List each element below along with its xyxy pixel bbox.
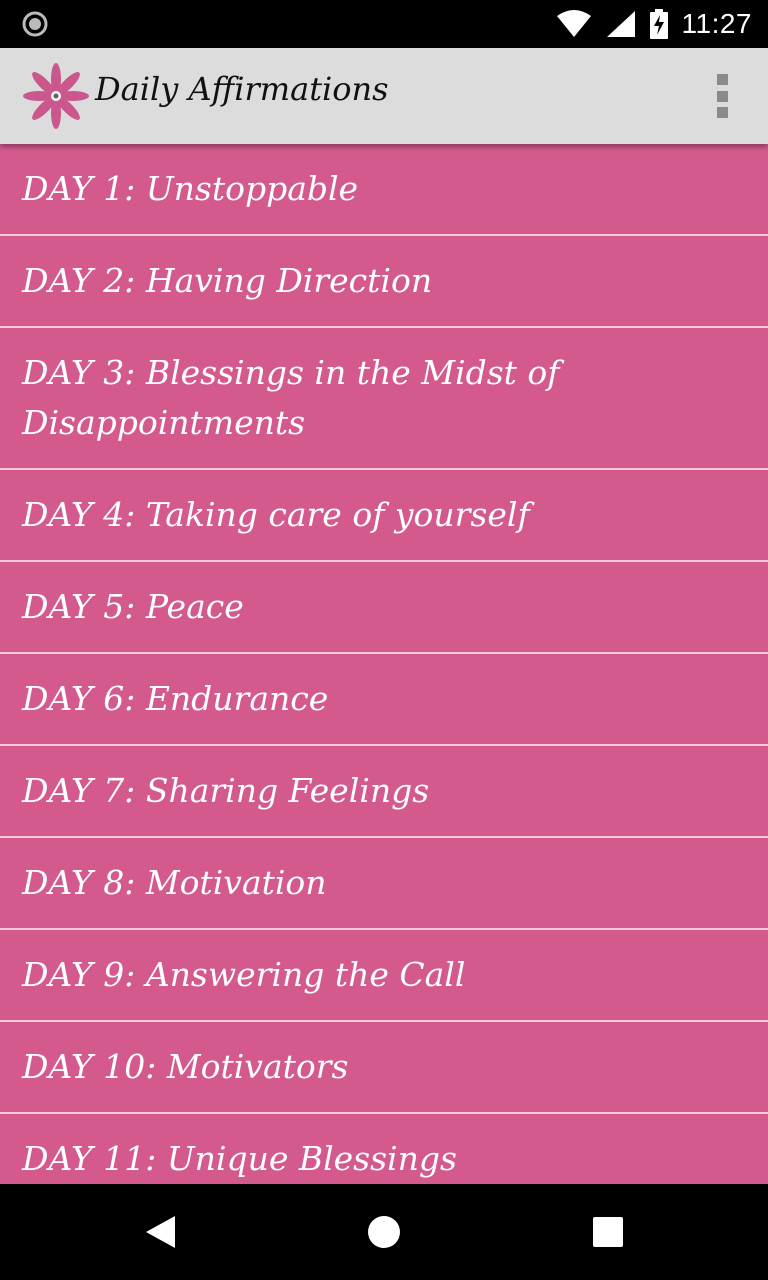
back-button[interactable]	[112, 1184, 208, 1280]
list-item-day-9[interactable]: DAY 9: Answering the Call	[0, 930, 768, 1022]
list-item-label: DAY 4: Taking care of yourself	[22, 495, 530, 534]
list-item-label: DAY 11: Unique Blessings	[22, 1139, 457, 1178]
list-item-day-1[interactable]: DAY 1: Unstoppable	[0, 144, 768, 236]
list-item-label: DAY 9: Answering the Call	[22, 955, 466, 994]
recents-button[interactable]	[560, 1184, 656, 1280]
status-bar: 11:27	[0, 0, 768, 48]
home-icon	[368, 1216, 400, 1248]
list-item-day-2[interactable]: DAY 2: Having Direction	[0, 236, 768, 328]
overflow-menu-icon[interactable]	[710, 74, 734, 118]
list-item-label: DAY 2: Having Direction	[22, 261, 433, 300]
app-bar: Daily Affirmations	[0, 48, 768, 144]
recents-icon	[593, 1217, 623, 1247]
list-item-day-11[interactable]: DAY 11: Unique Blessings	[0, 1114, 768, 1184]
list-item-day-7[interactable]: DAY 7: Sharing Feelings	[0, 746, 768, 838]
status-icons: 11:27	[556, 0, 753, 48]
flower-logo-icon	[23, 63, 89, 129]
list-item-label: DAY 10: Motivators	[22, 1047, 349, 1086]
app-title: Daily Affirmations	[95, 70, 389, 108]
affirmations-list: DAY 1: Unstoppable DAY 2: Having Directi…	[0, 144, 768, 1184]
list-item-label: DAY 5: Peace	[22, 587, 244, 626]
list-item-label: DAY 8: Motivation	[22, 863, 327, 902]
list-item-day-8[interactable]: DAY 8: Motivation	[0, 838, 768, 930]
battery-charging-icon	[649, 9, 668, 39]
list-item-day-5[interactable]: DAY 5: Peace	[0, 562, 768, 654]
list-item-label: DAY 7: Sharing Feelings	[22, 771, 430, 810]
list-item-label: DAY 3: Blessings in the Midst of Disappo…	[22, 353, 560, 442]
circle-record-icon	[22, 11, 48, 37]
back-icon	[146, 1216, 175, 1248]
list-item-label: DAY 6: Endurance	[22, 679, 329, 718]
signal-icon	[606, 11, 635, 37]
home-button[interactable]	[336, 1184, 432, 1280]
list-item-day-6[interactable]: DAY 6: Endurance	[0, 654, 768, 746]
list-item-day-3[interactable]: DAY 3: Blessings in the Midst of Disappo…	[0, 328, 768, 470]
list-item-label: DAY 1: Unstoppable	[22, 169, 359, 208]
list-item-day-4[interactable]: DAY 4: Taking care of yourself	[0, 470, 768, 562]
status-time: 11:27	[681, 8, 752, 39]
screen: 11:27 Daily Affirmations DAY 1: Unstoppa…	[0, 0, 768, 1280]
wifi-icon	[556, 10, 591, 37]
navigation-bar	[0, 1184, 768, 1280]
list-item-day-10[interactable]: DAY 10: Motivators	[0, 1022, 768, 1114]
